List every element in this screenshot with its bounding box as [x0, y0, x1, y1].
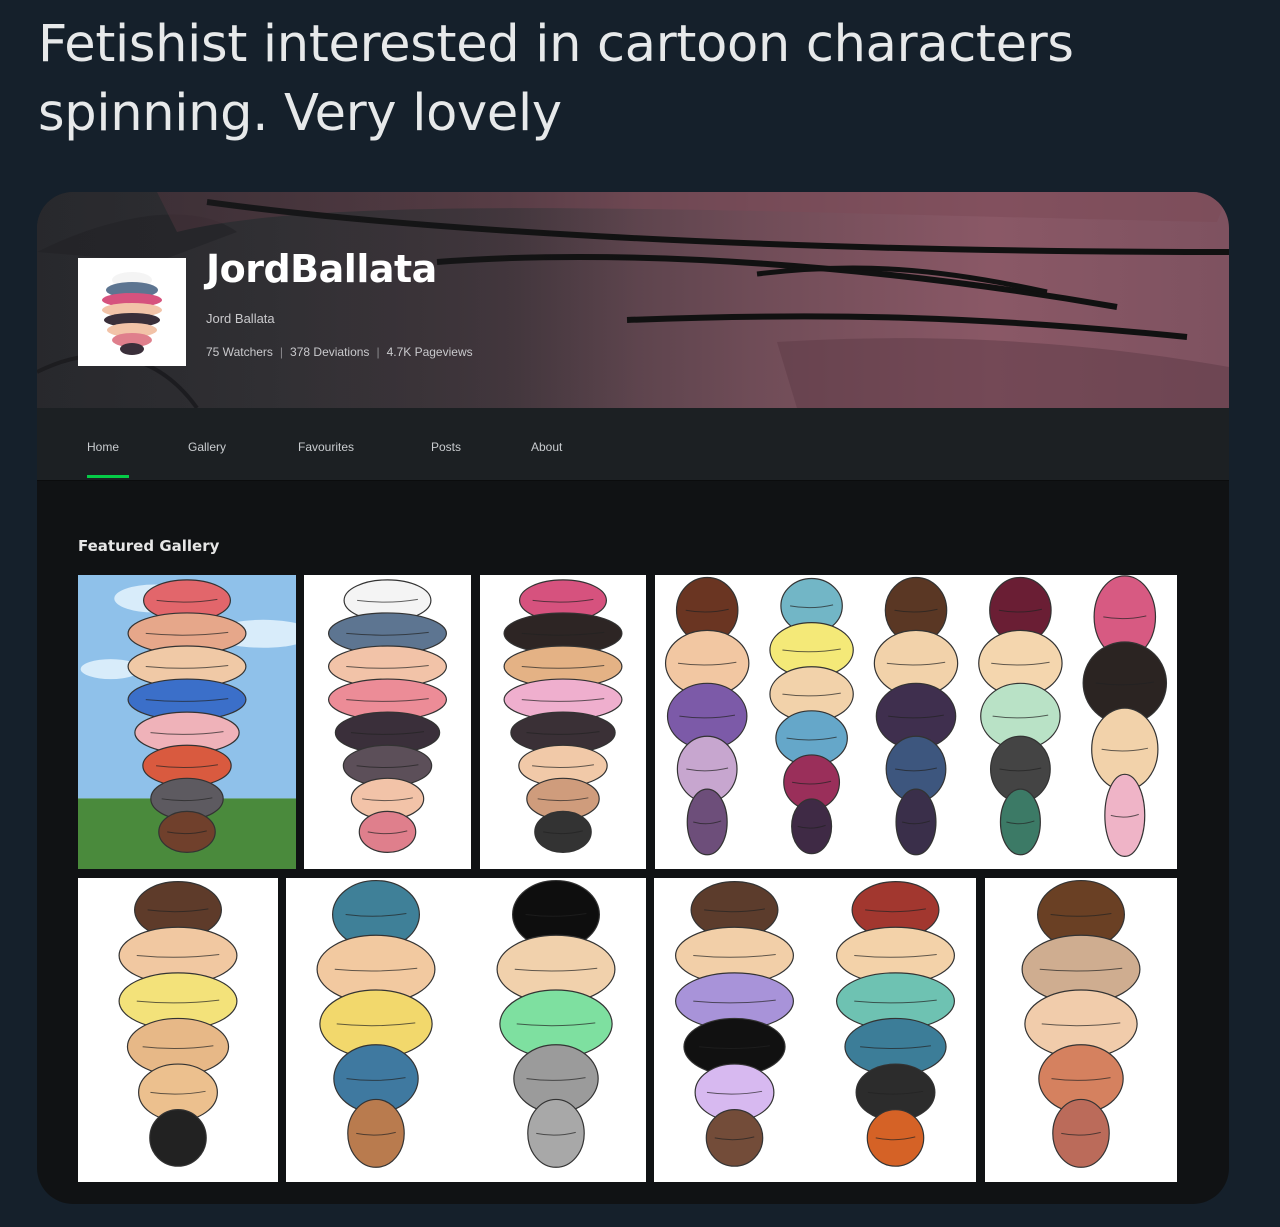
gallery-thumbnail[interactable] — [985, 878, 1177, 1182]
gallery-thumbnail[interactable] — [78, 575, 296, 869]
gallery-thumbnail[interactable] — [304, 575, 471, 869]
thumbnail-artwork — [664, 575, 1168, 857]
spinning-figure — [118, 881, 238, 1167]
avatar[interactable] — [78, 258, 186, 366]
featured-gallery-title: Featured Gallery — [78, 537, 220, 555]
tab-gallery[interactable]: Gallery — [188, 440, 226, 454]
spinning-figure — [1082, 575, 1168, 857]
pageviews-count: 4.7K Pageviews — [386, 345, 473, 359]
thumbnail-artwork — [1021, 879, 1141, 1168]
gallery-thumbnail[interactable] — [655, 575, 1177, 869]
profile-nav: Home Gallery Favourites Posts About — [37, 408, 1229, 481]
gallery-thumbnail[interactable] — [286, 878, 646, 1182]
spinning-figure — [873, 576, 959, 856]
tab-home[interactable]: Home — [87, 440, 119, 454]
spinning-figure — [664, 576, 750, 856]
thumbnail-artwork — [118, 881, 238, 1167]
spinning-figure — [836, 881, 956, 1167]
thumbnail-artwork — [78, 575, 296, 869]
spinning-figure — [503, 579, 623, 853]
profile-stats: 75 Watchers | 378 Deviations | 4.7K Pageview… — [206, 345, 473, 359]
profile-banner: JordBallata Jord Ballata 75 Watchers | 378… — [37, 192, 1229, 408]
avatar-figure — [102, 272, 162, 355]
active-tab-indicator — [87, 475, 129, 478]
spinning-figure — [978, 576, 1063, 856]
tweet-text: Fetishist interested in cartoon characte… — [38, 15, 1074, 143]
gallery-thumbnail[interactable] — [654, 878, 976, 1182]
profile-username[interactable]: JordBallata — [206, 247, 437, 291]
thumbnail-artwork — [503, 579, 623, 853]
spinning-figure — [327, 579, 448, 853]
gallery-thumbnail[interactable] — [480, 575, 646, 869]
stats-separator: | — [279, 345, 284, 359]
watchers-count[interactable]: 75 Watchers — [206, 345, 273, 359]
tab-posts[interactable]: Posts — [431, 440, 461, 454]
gallery-thumbnail[interactable] — [78, 878, 278, 1182]
screenshot-card: JordBallata Jord Ballata 75 Watchers | 378… — [37, 192, 1229, 1204]
thumbnail-artwork — [327, 579, 448, 853]
spinning-figure — [316, 879, 436, 1168]
spinning-figure — [1021, 879, 1141, 1168]
thumbnail-artwork — [674, 881, 956, 1167]
spinning-figure — [674, 881, 795, 1167]
tab-favourites[interactable]: Favourites — [298, 440, 354, 454]
thumbnail-artwork — [316, 879, 616, 1168]
stats-separator: | — [376, 345, 380, 359]
profile-display-name: Jord Ballata — [206, 311, 275, 326]
spinning-figure — [769, 577, 854, 855]
deviations-count[interactable]: 378 Deviations — [290, 345, 369, 359]
spinning-figure — [496, 879, 616, 1168]
tab-about[interactable]: About — [531, 440, 562, 454]
